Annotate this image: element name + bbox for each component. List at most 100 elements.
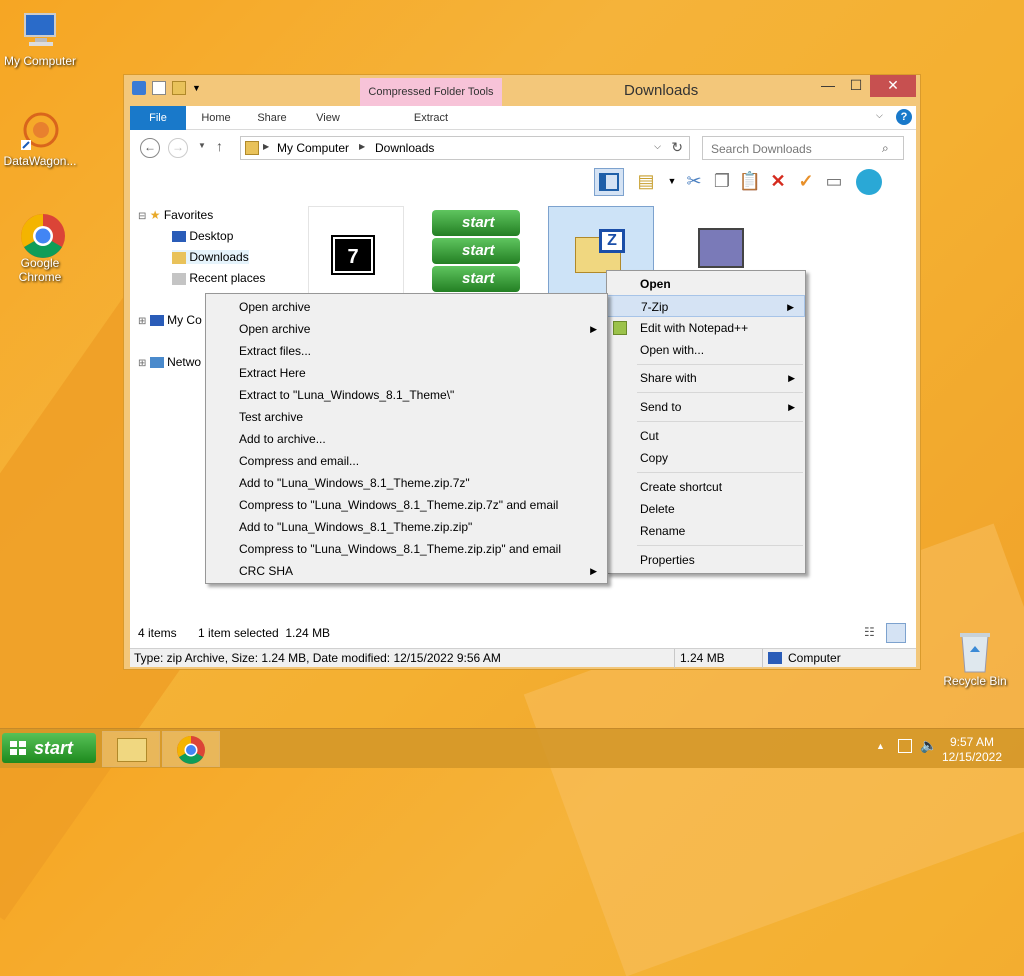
delete-icon[interactable]: ✕ [766, 169, 790, 193]
clock[interactable]: 9:57 AM 12/15/2022 [942, 735, 1002, 765]
cut-icon[interactable]: ✂ [682, 169, 706, 193]
tab-view[interactable]: View [302, 106, 354, 130]
menu-item-open[interactable]: Open [607, 273, 805, 295]
large-icons-view-icon[interactable] [886, 623, 906, 643]
forward-button[interactable]: → [168, 138, 188, 158]
menu-item-edit-notepad[interactable]: Edit with Notepad++ [607, 317, 805, 339]
tree-item-network[interactable]: ⊞ Netwo [138, 355, 201, 369]
desktop-icon-label: Google Chrome [18, 256, 62, 284]
menu-item-copy[interactable]: Copy [607, 447, 805, 469]
new-file-icon[interactable] [152, 81, 166, 95]
menu-item-send-to[interactable]: Send to ▶ [607, 396, 805, 418]
submenu-item-open-archive-sub[interactable]: Open archive ▶ [206, 318, 607, 340]
menu-item-open-with[interactable]: Open with... [607, 339, 805, 361]
menu-item-label: CRC SHA [239, 564, 294, 578]
submenu-item-open-archive[interactable]: Open archive [206, 296, 607, 318]
tree-item-downloads[interactable]: Downloads [172, 250, 249, 264]
tab-share[interactable]: Share [246, 106, 298, 130]
file-tile[interactable]: 7 [308, 206, 404, 300]
desktop-icon-chrome[interactable]: Google Chrome [0, 212, 80, 284]
tree-item-recent-places[interactable]: Recent places [172, 271, 265, 285]
help-icon[interactable]: ? [896, 109, 912, 125]
tree-item-my-computer[interactable]: ⊞ My Co [138, 313, 202, 327]
submenu-item-add-to-zip[interactable]: Add to "Luna_Windows_8.1_Theme.zip.zip" [206, 516, 607, 538]
refresh-icon[interactable]: ↻ [671, 139, 683, 156]
desktop-icon-recycle-bin[interactable]: Recycle Bin [935, 630, 1015, 688]
menu-separator [637, 392, 803, 393]
folder-options-icon[interactable]: ▤ [634, 169, 658, 193]
taskbar-app-chrome[interactable] [162, 731, 220, 767]
chevron-right-icon: ▶ [788, 402, 795, 412]
menu-item-delete[interactable]: Delete [607, 498, 805, 520]
tab-extract[interactable]: Extract [360, 106, 502, 130]
start-button[interactable]: start [2, 733, 96, 763]
chevron-down-icon[interactable]: ⌵ [876, 110, 883, 121]
submenu-item-compress-zip-email[interactable]: Compress to "Luna_Windows_8.1_Theme.zip.… [206, 538, 607, 560]
details-view-icon[interactable]: ☷ [864, 625, 882, 641]
search-icon[interactable]: ⌕ [882, 141, 889, 156]
submenu-item-extract-to[interactable]: Extract to "Luna_Windows_8.1_Theme\" [206, 384, 607, 406]
address-bar[interactable]: ▶ My Computer ▶ Downloads ⌵ ↻ [240, 136, 690, 160]
submenu-item-add-to-7z[interactable]: Add to "Luna_Windows_8.1_Theme.zip.7z" [206, 472, 607, 494]
menu-item-cut[interactable]: Cut [607, 425, 805, 447]
submenu-item-add-to-archive[interactable]: Add to archive... [206, 428, 607, 450]
taskbar: start ▲ 🔈 9:57 AM 12/15/2022 [0, 728, 1024, 768]
tile-start-text: start [432, 238, 520, 264]
volume-icon[interactable]: 🔈 [920, 737, 937, 754]
maximize-button[interactable]: ☐ [842, 75, 870, 97]
menu-item-properties[interactable]: Properties [607, 549, 805, 571]
expand-icon[interactable]: ⊞ [138, 358, 146, 369]
breadcrumb-my-computer[interactable]: My Computer [277, 141, 349, 155]
menu-item-rename[interactable]: Rename [607, 520, 805, 542]
submenu-item-extract-here[interactable]: Extract Here [206, 362, 607, 384]
title-bar[interactable]: ▼ Compressed Folder Tools Downloads — ☐ … [124, 75, 920, 106]
chevron-down-icon[interactable]: ▼ [192, 83, 201, 93]
preview-pane-icon[interactable] [594, 168, 624, 196]
recent-locations-icon[interactable]: ▼ [198, 141, 206, 150]
close-button[interactable]: ✕ [870, 75, 916, 97]
search-input[interactable]: Search Downloads [702, 136, 904, 160]
menu-separator [637, 545, 803, 546]
menu-item-share-with[interactable]: Share with ▶ [607, 367, 805, 389]
tree-label: My Co [167, 313, 202, 327]
breadcrumb-downloads[interactable]: Downloads [375, 141, 434, 155]
properties-icon[interactable] [132, 81, 146, 95]
submenu-item-compress-email[interactable]: Compress and email... [206, 450, 607, 472]
windows-logo-icon [10, 741, 26, 755]
folder-icon [245, 141, 259, 155]
submenu-item-extract-files[interactable]: Extract files... [206, 340, 607, 362]
file-tile[interactable]: start start start [432, 206, 528, 300]
back-button[interactable]: ← [140, 138, 160, 158]
menu-item-label: Share with [640, 371, 697, 385]
desktop-icon-datawagon[interactable]: DataWagon... [0, 110, 80, 168]
up-button[interactable]: ↑ [216, 138, 223, 154]
expand-icon[interactable]: ⊞ [138, 316, 146, 327]
tray-overflow-icon[interactable]: ▲ [876, 741, 885, 751]
tab-home[interactable]: Home [190, 106, 242, 130]
submenu-item-compress-7z-email[interactable]: Compress to "Luna_Windows_8.1_Theme.zip.… [206, 494, 607, 516]
submenu-item-test-archive[interactable]: Test archive [206, 406, 607, 428]
rename-icon[interactable]: ▭ [822, 169, 846, 193]
paste-icon[interactable]: 📋 [738, 169, 762, 193]
new-folder-icon[interactable] [172, 81, 186, 95]
menu-item-7zip[interactable]: 7-Zip ▶ [607, 295, 805, 317]
submenu-item-crc-sha[interactable]: CRC SHA ▶ [206, 560, 607, 582]
minimize-button[interactable]: — [814, 75, 842, 97]
check-icon[interactable]: ✓ [794, 169, 818, 193]
desktop-icon-my-computer[interactable]: My Computer [0, 10, 80, 68]
divider [762, 649, 763, 668]
globe-icon[interactable] [856, 169, 882, 195]
chrome-icon [19, 212, 65, 258]
tree-item-desktop[interactable]: Desktop [172, 229, 233, 243]
tree-item-favorites[interactable]: ⊟ ★ Favorites [138, 208, 213, 222]
tab-file[interactable]: File [130, 106, 186, 130]
ribbon-tabs: File Home Share View Extract ⌵ ? [130, 106, 916, 130]
menu-item-create-shortcut[interactable]: Create shortcut [607, 476, 805, 498]
chevron-down-icon[interactable]: ⌵ [654, 141, 661, 152]
taskbar-app-file-explorer[interactable] [102, 731, 160, 767]
collapse-icon[interactable]: ⊟ [138, 211, 146, 222]
network-tray-icon[interactable] [898, 739, 912, 753]
copy-icon[interactable]: ❐ [710, 169, 734, 193]
chevron-down-icon[interactable]: ▼ [660, 169, 684, 193]
7zip-submenu: Open archive Open archive ▶ Extract files… [205, 293, 608, 584]
